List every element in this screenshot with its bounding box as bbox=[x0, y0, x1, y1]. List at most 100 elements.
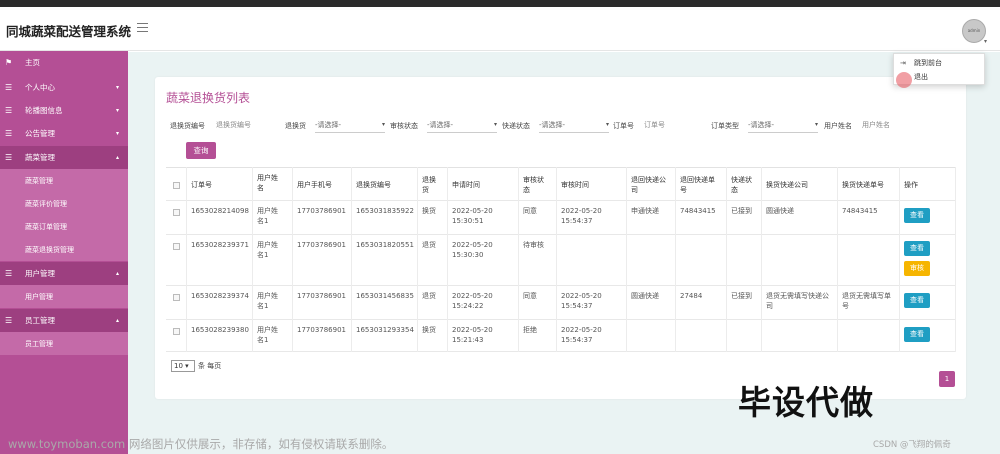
list-icon: ☰ bbox=[5, 153, 13, 162]
sidebar-item-label: 蔬菜管理 bbox=[25, 153, 55, 162]
select-value: -请选择- bbox=[539, 121, 566, 129]
cell-apply-time: 2022-05-20 15:30:51 bbox=[452, 207, 493, 225]
row-checkbox[interactable] bbox=[173, 209, 180, 216]
overlay-text: 毕设代做 bbox=[738, 383, 874, 422]
sidebar-item-label: 轮播图信息 bbox=[25, 106, 63, 115]
col-header: 订单号 bbox=[191, 181, 212, 189]
per-page-label: 条 每页 bbox=[198, 362, 222, 370]
cell-order: 1653028239374 bbox=[191, 292, 249, 300]
chevron-down-icon: ▾ bbox=[381, 121, 385, 128]
cell-audit: 同意 bbox=[523, 292, 537, 300]
cell-exchange-express-no: 退货无需填写单号 bbox=[842, 292, 891, 310]
sidebar-subitem-label: 用户管理 bbox=[25, 292, 53, 301]
order-no-input[interactable]: 订单号 bbox=[644, 117, 704, 133]
view-button[interactable]: 查看 bbox=[904, 293, 930, 308]
cell-order: 1653028239380 bbox=[191, 326, 249, 334]
express-status-select[interactable]: -请选择- ▾ bbox=[539, 118, 609, 133]
view-button[interactable]: 查看 bbox=[904, 241, 930, 256]
cell-return-company: 圆通快递 bbox=[631, 292, 659, 300]
page-number-button[interactable]: 1 bbox=[939, 371, 955, 387]
chevron-down-icon: ▾ bbox=[605, 121, 609, 128]
select-value: -请选择- bbox=[427, 121, 454, 129]
column-divider bbox=[186, 167, 187, 352]
cell-return-no: 1653031820551 bbox=[356, 241, 414, 249]
cell-exchange-company: 退货无需填写快递公司 bbox=[766, 292, 829, 310]
app-title: 同城蔬菜配送管理系统 bbox=[6, 24, 132, 39]
query-button[interactable]: 查询 bbox=[186, 142, 216, 159]
audit-button[interactable]: 审核 bbox=[904, 261, 930, 276]
audit-status-select[interactable]: -请选择- ▾ bbox=[427, 118, 497, 133]
filter-label-order-type: 订单类型 bbox=[711, 122, 739, 130]
cell-type: 退货 bbox=[422, 241, 436, 249]
sidebar-subitem-veg-manage[interactable]: 蔬菜管理 bbox=[0, 169, 128, 192]
cell-audit-time: 2022-05-20 15:54:37 bbox=[561, 207, 602, 225]
select-value: -请选择- bbox=[748, 121, 775, 129]
menu-item-label: 退出 bbox=[914, 73, 928, 81]
col-header: 换货快递单号 bbox=[842, 181, 884, 189]
list-icon: ☰ bbox=[5, 83, 13, 92]
menu-item-goto-front[interactable]: ⇥ 跳到前台 bbox=[900, 57, 942, 69]
sidebar-item-notice[interactable]: ☰ 公告管理 ▾ bbox=[0, 122, 128, 145]
order-type-select[interactable]: -请选择- ▾ bbox=[748, 118, 818, 133]
user-avatar[interactable]: admin bbox=[962, 19, 986, 43]
sidebar-item-staff[interactable]: ☰ 员工管理 ▴ bbox=[0, 309, 128, 332]
sidebar-subitem-label: 蔬菜订单管理 bbox=[25, 222, 67, 231]
sidebar-item-label: 员工管理 bbox=[25, 316, 55, 325]
type-select[interactable]: -请选择- ▾ bbox=[315, 118, 385, 133]
sidebar-subitem-staff-manage[interactable]: 员工管理 bbox=[0, 332, 128, 355]
sign-in-icon: ⇥ bbox=[900, 59, 906, 67]
mouse-cursor-highlight bbox=[896, 72, 912, 88]
filter-label-type: 退换货 bbox=[285, 122, 306, 130]
cell-name: 用户姓名1 bbox=[257, 207, 278, 225]
sidebar-item-carousel[interactable]: ☰ 轮播图信息 ▾ bbox=[0, 99, 128, 122]
menu-item-label: 跳到前台 bbox=[914, 59, 942, 67]
filter-label-audit: 审核状态 bbox=[390, 122, 418, 130]
return-no-input[interactable]: 退换货编号 bbox=[216, 117, 276, 133]
sidebar-item-personal[interactable]: ☰ 个人中心 ▾ bbox=[0, 76, 128, 99]
list-icon: ☰ bbox=[5, 106, 13, 115]
page-size-select[interactable]: 10 ▾ bbox=[171, 360, 195, 372]
watermark-right: CSDN @飞翔的佩奇 bbox=[873, 440, 951, 450]
row-checkbox[interactable] bbox=[173, 328, 180, 335]
row-checkbox[interactable] bbox=[173, 243, 180, 250]
select-all-checkbox[interactable] bbox=[173, 182, 180, 189]
sidebar-subitem-user-manage[interactable]: 用户管理 bbox=[0, 285, 128, 308]
sidebar-subitem-label: 蔬菜评价管理 bbox=[25, 199, 67, 208]
column-divider bbox=[252, 167, 253, 352]
cell-exchange-express-no: 74843415 bbox=[842, 207, 878, 215]
sidebar-item-home[interactable]: ⚑ 主页 bbox=[0, 51, 128, 74]
chevron-down-icon[interactable]: ▾ bbox=[984, 38, 987, 45]
cell-audit: 待审核 bbox=[523, 241, 544, 249]
sidebar-subitem-veg-returns[interactable]: 蔬菜退换货管理 bbox=[0, 238, 128, 261]
filter-label-username: 用户姓名 bbox=[824, 122, 852, 130]
cell-phone: 17703786901 bbox=[297, 326, 346, 334]
username-input[interactable]: 用户姓名 bbox=[862, 117, 922, 133]
sidebar-item-users[interactable]: ☰ 用户管理 ▴ bbox=[0, 262, 128, 285]
chevron-down-icon: ▾ bbox=[116, 84, 120, 91]
col-header: 申请时间 bbox=[452, 181, 480, 189]
column-divider bbox=[626, 167, 627, 352]
cell-return-express-no: 74843415 bbox=[680, 207, 716, 215]
sidebar-subitem-veg-orders[interactable]: 蔬菜订单管理 bbox=[0, 215, 128, 238]
column-divider bbox=[955, 167, 956, 352]
sidebar-item-vegetables[interactable]: ☰ 蔬菜管理 ▴ bbox=[0, 146, 128, 169]
menu-toggle-icon[interactable] bbox=[137, 23, 148, 32]
col-header: 退换货编号 bbox=[356, 181, 391, 189]
row-checkbox[interactable] bbox=[173, 294, 180, 301]
sidebar-subitem-veg-review[interactable]: 蔬菜评价管理 bbox=[0, 192, 128, 215]
col-header: 退换货 bbox=[422, 176, 436, 194]
view-button[interactable]: 查看 bbox=[904, 327, 930, 342]
sidebar-item-label: 用户管理 bbox=[25, 269, 55, 278]
select-value: -请选择- bbox=[315, 121, 342, 129]
cell-audit-time: 2022-05-20 15:54:37 bbox=[561, 292, 602, 310]
cell-phone: 17703786901 bbox=[297, 207, 346, 215]
page-title: 蔬菜退换货列表 bbox=[166, 91, 251, 105]
column-divider bbox=[837, 167, 838, 352]
cell-order: 1653028214098 bbox=[191, 207, 249, 215]
col-header: 审核状态 bbox=[523, 176, 544, 194]
view-button[interactable]: 查看 bbox=[904, 208, 930, 223]
cell-phone: 17703786901 bbox=[297, 241, 346, 249]
cell-audit: 拒绝 bbox=[523, 326, 537, 334]
col-header: 用户手机号 bbox=[297, 181, 332, 189]
filter-label-return-no: 退换货编号 bbox=[170, 122, 205, 130]
